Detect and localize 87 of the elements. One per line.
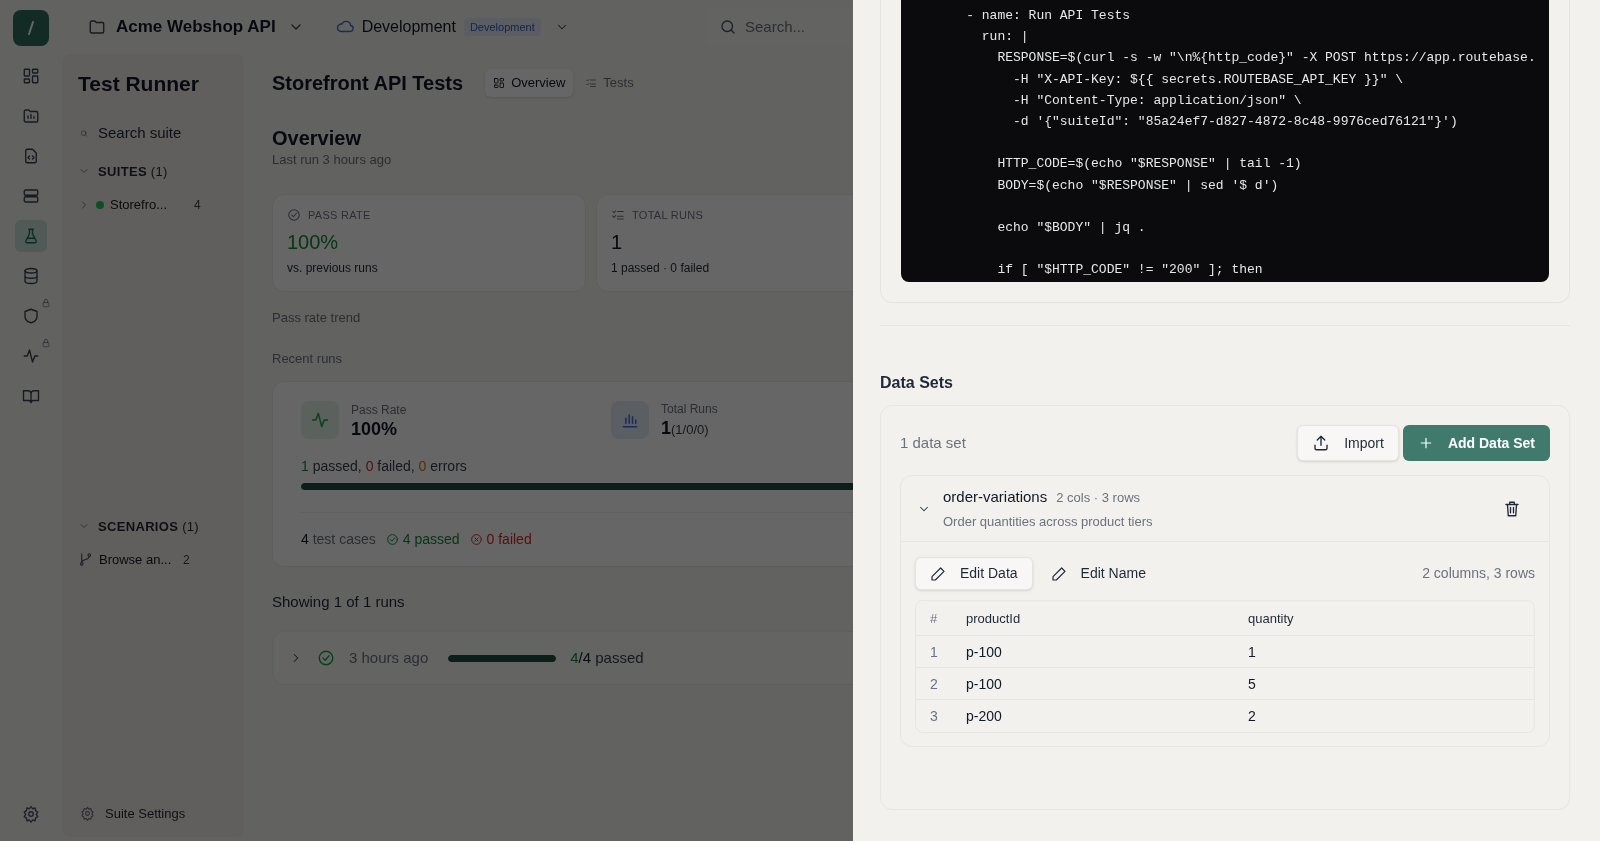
search-icon <box>719 18 737 36</box>
metric-value: 100% <box>351 418 399 439</box>
grid-icon <box>493 77 506 89</box>
tab[interactable]: Overview <box>485 69 574 97</box>
database-icon <box>22 267 40 285</box>
code-block: - name: Run API Tests run: | RESPONSE=$(curl -s -w "\n%{http_code}" -X POST https://app.routebase. -H "X-API-Key: ${{ secrets.ROUTEBASE_API_KEY }}" \ -H "Content-Type: application/json" \ -d '{"suiteId": "85a24ef7-d827-4872-8c48-9976ced76121"}') HTTP_CODE=$(echo "$RESPONSE" | tail -1) BODY=$(echo "$RESPONSE" | sed '$ d') echo "$BODY" | jq . if [ "$HTTP_CODE" != "200" ]; then <box>901 0 1549 282</box>
run-time: 3 hours ago <box>349 647 429 668</box>
pencil-icon <box>1050 565 1067 582</box>
data-set-description: Order quantities across product tiers <box>943 512 1153 531</box>
showing-text: Showing 1 of 1 runs <box>272 591 406 612</box>
server-icon <box>22 187 40 205</box>
tree-item[interactable]: Browse an... <box>99 550 177 570</box>
row-number: 1 <box>930 643 938 660</box>
item-count: 2 <box>183 551 190 569</box>
failed-count: 0 failed <box>486 529 532 549</box>
table-size: 2 columns, 3 rows <box>1422 564 1535 583</box>
checklist-icon <box>611 207 625 222</box>
column-header: productId <box>966 611 1021 626</box>
environment-badge: Development <box>463 17 541 37</box>
section-header[interactable]: SUITES (1) <box>98 161 168 181</box>
project-selector[interactable]: Acme Webshop API <box>116 14 304 40</box>
suite-settings-link[interactable]: Suite Settings <box>105 803 186 823</box>
item-count: 4 <box>194 196 201 214</box>
page-title: Storefront API Tests <box>272 71 464 96</box>
branch-icon <box>78 552 93 568</box>
activity-icon <box>22 347 40 365</box>
column-header: quantity <box>1248 611 1294 626</box>
book-icon <box>22 387 40 405</box>
tree-item[interactable]: Storefro... <box>110 195 188 215</box>
x-circle-icon <box>469 532 483 546</box>
dashboard-icon <box>22 67 40 85</box>
passed-count: 4 passed <box>402 529 460 549</box>
run-row[interactable]: 3 hours ago 4/4 passed <box>272 631 853 685</box>
test-case-count: 4 test cases <box>301 529 376 549</box>
folder-icon <box>22 107 40 125</box>
section-header[interactable]: SCENARIOS (1) <box>98 516 200 536</box>
row-number: 3 <box>930 708 938 724</box>
stat-note: 1 passed · 0 failed <box>611 260 711 277</box>
table-cell: p-100 <box>966 675 1002 692</box>
edit-data-button[interactable]: Edit Data <box>915 557 1033 590</box>
add-data-set-button[interactable]: Add Data Set <box>1402 425 1550 461</box>
settings-icon <box>80 805 95 821</box>
edit-name-button[interactable]: Edit Name <box>1038 557 1158 590</box>
flask-icon <box>22 227 40 245</box>
trash-icon <box>1503 499 1521 518</box>
table-cell: 1 <box>1248 643 1256 660</box>
table-cell: 5 <box>1248 675 1256 692</box>
environment-name[interactable]: Development <box>361 15 456 39</box>
section-heading: Overview <box>272 126 362 150</box>
stat-value: 100% <box>287 230 340 255</box>
table-cell: 2 <box>1248 708 1256 724</box>
check-circle-icon <box>317 649 335 667</box>
sidebar-title: Test Runner <box>78 71 200 97</box>
stat-value: 1 <box>611 230 624 255</box>
settings-icon <box>22 805 40 823</box>
run-result: 4/4 passed <box>570 647 644 668</box>
import-button[interactable]: Import <box>1297 425 1399 461</box>
suite-search-field[interactable]: Search suite <box>98 122 228 145</box>
shield-icon <box>22 307 40 325</box>
result-summary: 1 passed, 0 failed, 0 errors <box>301 456 468 476</box>
code-file-icon <box>22 147 40 165</box>
data-set-meta: 2 cols · 3 rows <box>1056 489 1141 507</box>
stat-label: PASS RATE <box>308 207 371 223</box>
section-heading: Data Sets <box>880 373 954 393</box>
metric-label: Pass Rate <box>351 401 407 419</box>
stat-label: TOTAL RUNS <box>632 207 703 223</box>
column-header: # <box>930 611 938 626</box>
upload-icon <box>1312 434 1331 452</box>
table-cell: p-200 <box>966 708 1002 724</box>
lock-icon <box>41 338 51 348</box>
check-circle-icon <box>385 532 399 546</box>
folder-icon <box>88 18 106 36</box>
row-number: 2 <box>930 675 938 692</box>
checklist-icon <box>585 77 598 89</box>
data-set-name: order-variations <box>943 487 1048 507</box>
table-cell: p-100 <box>966 643 1002 660</box>
stat-note: vs. previous runs <box>287 260 379 277</box>
data-set-count: 1 data set <box>900 432 966 453</box>
search-field[interactable]: Search... <box>745 15 845 39</box>
check-circle-icon <box>287 207 301 222</box>
app-logo[interactable] <box>13 10 49 46</box>
delete-button[interactable] <box>1503 499 1521 518</box>
lock-icon <box>41 298 51 308</box>
metric-value: 1(1/0/0) <box>661 417 710 440</box>
pencil-icon <box>930 565 946 582</box>
metric-label: Total Runs <box>661 400 718 418</box>
rail-item[interactable] <box>15 220 47 252</box>
